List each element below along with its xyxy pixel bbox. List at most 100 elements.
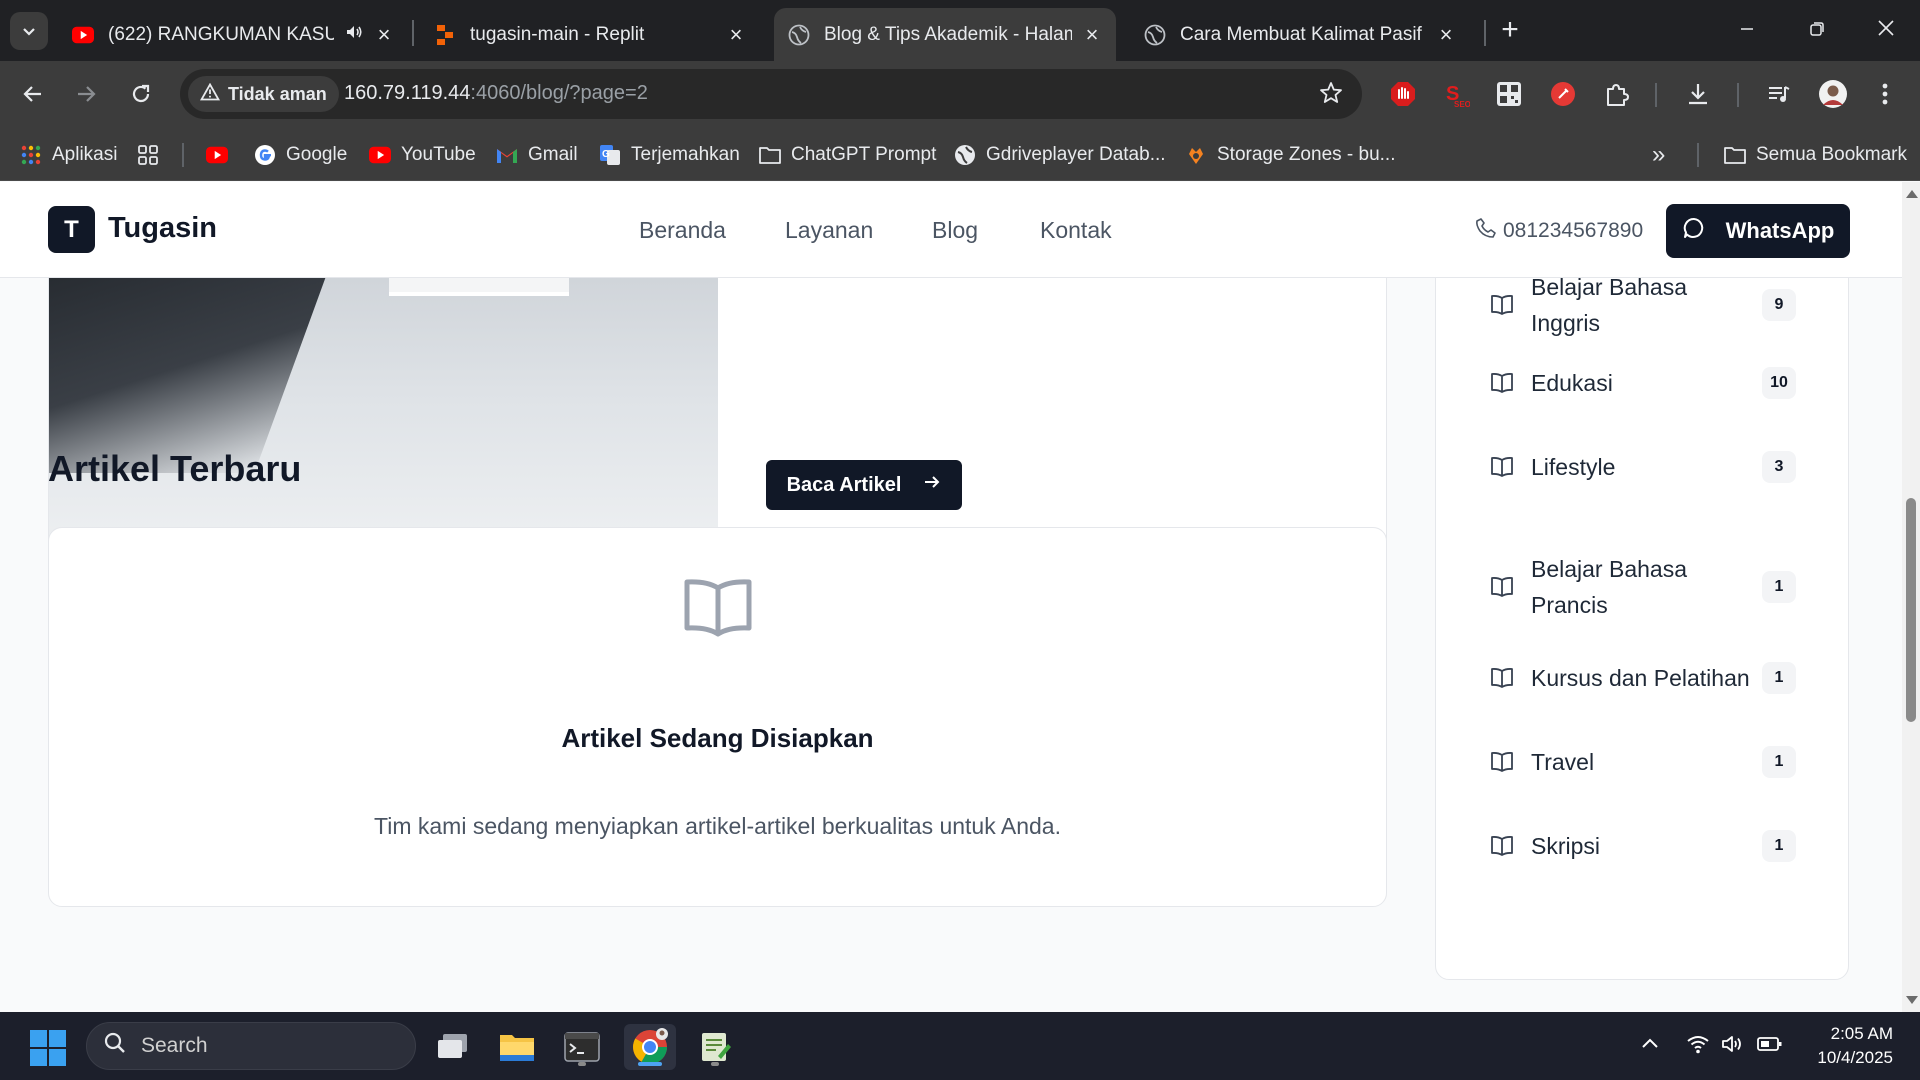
url-text[interactable]: 160.79.119.44:4060/blog/?page=2: [344, 82, 648, 105]
bookmark-youtube-short[interactable]: [206, 142, 228, 168]
bookmark-gdriveplayer[interactable]: Gdriveplayer Datab...: [954, 142, 1166, 168]
tab-youtube[interactable]: (622) RANGKUMAN KASUS ×: [58, 8, 408, 61]
windows-start-icon[interactable]: [30, 1030, 66, 1066]
phone-link[interactable]: 081234567890: [1475, 217, 1643, 245]
category-item-travel[interactable]: Travel 1: [1490, 744, 1796, 780]
task-view-icon[interactable]: [430, 1024, 476, 1070]
chevron-up-icon[interactable]: [1640, 1034, 1660, 1059]
section-title-latest: Artikel Terbaru: [48, 448, 302, 489]
menu-kebab-icon[interactable]: [1868, 77, 1902, 111]
terminal-icon[interactable]: [559, 1024, 605, 1070]
whatsapp-button[interactable]: WhatsApp: [1666, 204, 1850, 258]
pen-extension-icon[interactable]: [1546, 77, 1580, 111]
clock-date: 10/4/2025: [1817, 1048, 1893, 1067]
scroll-up-icon[interactable]: [1906, 190, 1918, 198]
stop-hand-extension-icon[interactable]: [1386, 77, 1420, 111]
book-icon: [1490, 750, 1514, 774]
toolbar-divider: [1737, 83, 1739, 107]
category-item-belajar-bahasa-prancis[interactable]: Belajar Bahasa Prancis 1: [1490, 551, 1796, 623]
back-icon[interactable]: [14, 75, 52, 113]
all-bookmarks[interactable]: Semua Bookmark: [1724, 142, 1907, 168]
brand-name[interactable]: Tugasin: [108, 212, 217, 245]
close-tab-icon[interactable]: ×: [374, 22, 394, 48]
minimize-icon[interactable]: [1727, 10, 1767, 50]
bookmark-label: Gmail: [528, 144, 578, 165]
category-item-belajar-bahasa-inggris[interactable]: Belajar Bahasa Inggris 9: [1490, 269, 1796, 341]
system-clock[interactable]: 2:05 AM 10/4/2025: [1800, 1022, 1893, 1070]
read-article-button[interactable]: Baca Artikel: [766, 460, 962, 510]
bookmark-label: Gdriveplayer Datab...: [986, 144, 1166, 165]
scroll-down-icon[interactable]: [1906, 996, 1918, 1004]
nav-beranda[interactable]: Beranda: [639, 217, 726, 244]
category-name: Belajar Bahasa Prancis: [1531, 556, 1687, 618]
bookmark-divider: [1697, 143, 1699, 167]
qr-code-extension-icon[interactable]: [1492, 77, 1526, 111]
file-explorer-icon[interactable]: [494, 1024, 540, 1070]
category-item-kursus-dan-pelatihan[interactable]: Kursus dan Pelatihan 1: [1490, 660, 1796, 696]
bookmark-chatgpt-prompt[interactable]: ChatGPT Prompt: [759, 142, 936, 168]
speaker-icon[interactable]: [344, 22, 364, 48]
phone-number: 081234567890: [1503, 219, 1644, 242]
address-bar[interactable]: Tidak aman 160.79.119.44:4060/blog/?page…: [180, 69, 1362, 119]
profile-avatar-icon[interactable]: [1816, 77, 1850, 111]
category-count-badge: 9: [1762, 289, 1796, 321]
tab-divider: [1484, 20, 1486, 46]
bookmark-youtube[interactable]: YouTube: [369, 142, 476, 168]
tab-replit[interactable]: tugasin-main - Replit ×: [420, 8, 760, 61]
bookmark-storage-zones[interactable]: Storage Zones - bu...: [1185, 142, 1396, 168]
bookmark-terjemahkan[interactable]: G Terjemahkan: [599, 142, 740, 168]
chrome-taskbar-icon[interactable]: [624, 1024, 676, 1070]
page-scrollbar[interactable]: [1902, 182, 1920, 1012]
gmail-icon: [496, 144, 518, 166]
wifi-icon[interactable]: [1686, 1034, 1710, 1059]
bookmark-gmail[interactable]: Gmail: [496, 142, 578, 168]
folder-icon: [759, 144, 781, 166]
svg-text:G: G: [602, 149, 610, 160]
bookmarks-overflow-icon[interactable]: »: [1652, 141, 1665, 168]
bookmark-divider: [182, 143, 184, 167]
bookmark-google[interactable]: Google: [254, 142, 347, 168]
security-label: Tidak aman: [228, 83, 327, 104]
volume-icon[interactable]: [1721, 1034, 1745, 1059]
scrollbar-thumb[interactable]: [1906, 498, 1916, 722]
book-icon: [1490, 371, 1514, 395]
restore-icon[interactable]: [1797, 10, 1837, 50]
tab-search-icon[interactable]: [10, 12, 48, 50]
tab-kalimat-pasif[interactable]: Cara Membuat Kalimat Pasif da ×: [1130, 8, 1470, 61]
notepad-app-icon[interactable]: [692, 1024, 738, 1070]
seo-extension-icon[interactable]: S SEO: [1439, 77, 1473, 111]
media-control-icon[interactable]: [1762, 77, 1796, 111]
close-tab-icon[interactable]: ×: [726, 22, 746, 48]
search-placeholder: Search: [141, 1034, 208, 1057]
reload-icon[interactable]: [122, 75, 160, 113]
url-path: :4060/blog/?page=2: [470, 82, 648, 104]
site-info-chip[interactable]: Tidak aman: [188, 76, 339, 112]
taskbar-search[interactable]: Search: [86, 1022, 416, 1070]
nav-layanan[interactable]: Layanan: [785, 217, 873, 244]
battery-icon[interactable]: [1757, 1034, 1783, 1059]
close-window-icon[interactable]: [1866, 10, 1906, 50]
close-tab-icon[interactable]: ×: [1436, 22, 1456, 48]
toolbar-divider: [1655, 83, 1657, 107]
nav-blog[interactable]: Blog: [932, 217, 978, 244]
close-tab-icon[interactable]: ×: [1082, 22, 1102, 48]
bookmark-aplikasi[interactable]: Aplikasi: [20, 142, 117, 168]
category-name: Skripsi: [1531, 833, 1601, 859]
category-item-lifestyle[interactable]: Lifestyle 3: [1490, 449, 1796, 485]
forward-icon[interactable]: [67, 75, 105, 113]
search-icon: [103, 1031, 127, 1061]
tab-divider: [412, 20, 414, 46]
tab-blog-active[interactable]: Blog & Tips Akademik - Halama ×: [774, 8, 1116, 61]
nav-kontak[interactable]: Kontak: [1040, 217, 1112, 244]
category-name: Edukasi: [1531, 370, 1613, 396]
extensions-puzzle-icon[interactable]: [1600, 77, 1634, 111]
category-item-edukasi[interactable]: Edukasi 10: [1490, 365, 1796, 401]
bunny-icon: [1185, 144, 1207, 166]
bookmark-tab-groups[interactable]: [137, 142, 159, 168]
category-count-badge: 10: [1762, 367, 1796, 399]
logo-mark[interactable]: T: [48, 206, 95, 253]
new-tab-button[interactable]: +: [1497, 12, 1523, 50]
download-icon[interactable]: [1681, 77, 1715, 111]
bookmark-star-icon[interactable]: [1318, 80, 1344, 111]
category-item-skripsi[interactable]: Skripsi 1: [1490, 828, 1796, 864]
